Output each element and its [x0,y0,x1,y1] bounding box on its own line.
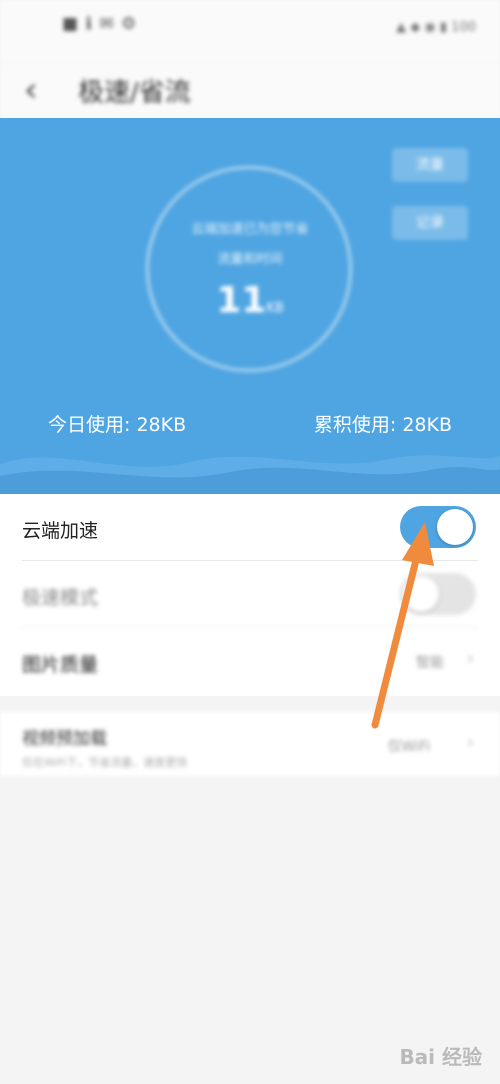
status-icons-left: ■ ℹ ✉ ⚙ [62,14,138,34]
ring-caption-line1: 云端加速已为您节省 [191,222,309,237]
status-icons-right: ▲ ◆ ◉ ▮ 100 [396,20,476,35]
cloud-accel-label: 云端加速 [22,520,99,542]
speed-mode-toggle[interactable] [400,573,476,615]
cloud-accel-row[interactable]: 云端加速 [0,494,500,561]
image-quality-row[interactable]: 图片质量 智能 › [0,628,500,695]
watermark: Bai 经验 [399,1045,482,1069]
cloud-accel-toggle[interactable] [400,506,476,548]
status-bar: ■ ℹ ✉ ⚙ ▲ ◆ ◉ ▮ 100 [0,0,500,62]
today-usage: 今日使用: 28KB [48,414,187,436]
video-preload-label: 视频预加载 [22,729,107,749]
saved-amount-value: 11 [216,280,267,321]
page-title: 极速/省流 [78,78,191,108]
speed-mode-row[interactable]: 极速模式 [0,561,500,628]
savings-ring [146,166,352,372]
settings-list: 云端加速 极速模式 图片质量 智能 › [0,494,500,696]
video-preload-value: 仅WiFi [387,739,430,755]
total-usage: 累积使用: 28KB [313,414,452,436]
traffic-button[interactable]: 流量 [392,148,468,182]
wave-decoration [0,455,500,494]
toggle-knob [437,509,473,545]
traffic-hero-panel: 流量 记录 云端加速已为您节省 流量和时间 11KB 今日使用: 28KB 累积… [0,118,500,494]
video-preload-description: 仅在WiFi下，节省流量，速度更快 [22,756,188,769]
video-preload-row[interactable]: 视频预加载 仅在WiFi下，节省流量，速度更快 仅WiFi › [0,712,500,776]
ring-caption-line2: 流量和时间 [217,252,283,267]
toggle-knob [403,576,439,612]
title-bar: ‹ 极速/省流 [0,62,500,118]
chevron-right-icon: › [466,648,474,669]
speed-mode-label: 极速模式 [22,587,99,609]
image-quality-value: 智能 [416,655,444,671]
chevron-right-icon: › [466,732,474,753]
back-arrow-icon[interactable]: ‹ [24,70,56,110]
saved-amount-unit: KB [266,301,284,316]
saved-amount: 11KB [0,280,500,321]
image-quality-label: 图片质量 [22,654,99,676]
